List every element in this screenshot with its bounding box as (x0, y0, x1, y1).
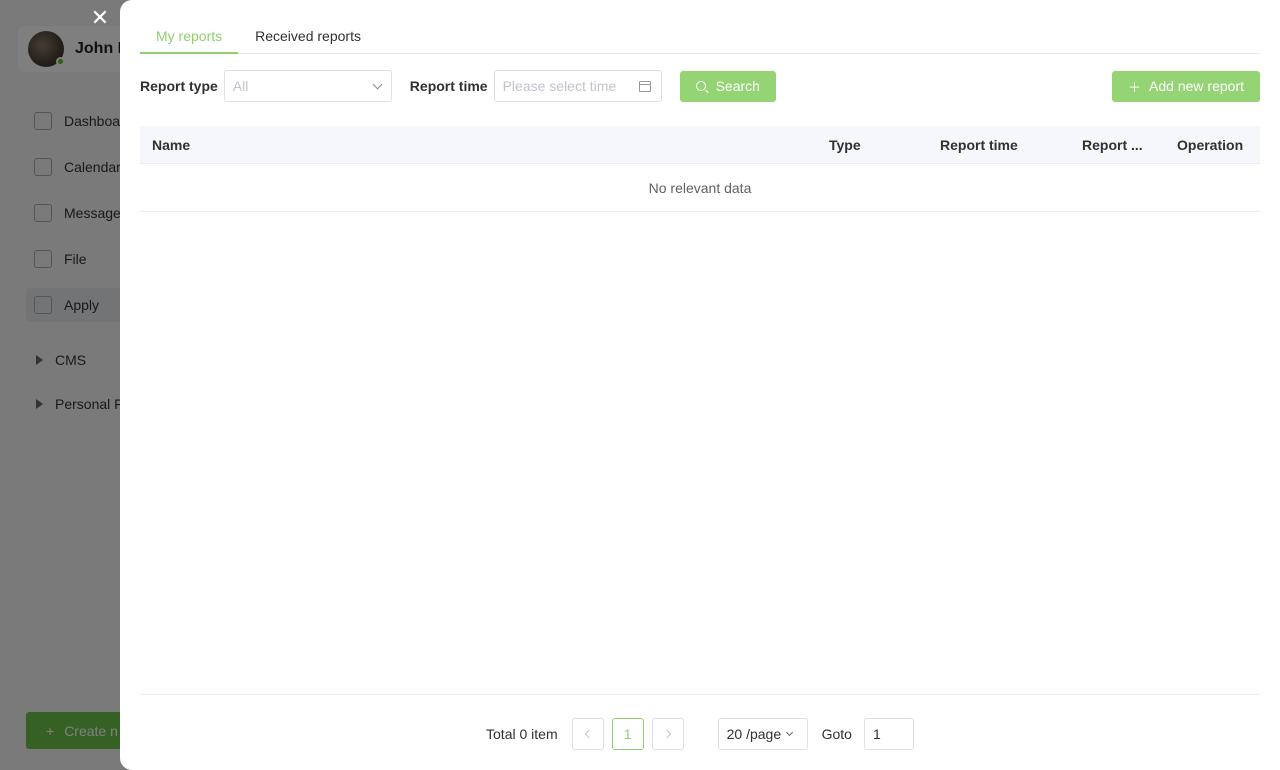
chevron-left-icon (584, 729, 593, 739)
tab-received-reports[interactable]: Received reports (239, 20, 377, 54)
report-type-select[interactable]: All (223, 70, 392, 102)
report-time-label: Report time (409, 78, 488, 94)
total-count: Total 0 item (486, 726, 558, 742)
search-button[interactable]: Search (679, 70, 776, 102)
calendar-icon (638, 80, 651, 92)
report-type-value: All (232, 78, 249, 94)
add-new-report-button[interactable]: ＋ Add new report (1112, 70, 1260, 102)
goto-label: Goto (821, 726, 852, 742)
page-size-select[interactable]: 20 /page (717, 718, 808, 750)
search-button-label: Search (715, 78, 760, 94)
column-header-name: Name (152, 136, 191, 153)
search-icon (695, 81, 706, 91)
report-time-input[interactable] (502, 78, 633, 94)
column-header-operation: Operation (1177, 136, 1244, 153)
column-header-report-time: Report time (940, 136, 1018, 153)
report-type-label: Report type (140, 78, 218, 94)
column-header-report: Report ... (1082, 136, 1143, 153)
report-tabs: My reports Received reports (140, 20, 1260, 54)
goto-input[interactable] (863, 718, 914, 750)
close-icon[interactable]: ✕ (88, 6, 112, 30)
plus-icon: ＋ (1128, 79, 1142, 95)
table-footer: Total 0 item 1 20 /page Goto (140, 694, 1260, 770)
chevron-down-icon (786, 728, 794, 737)
page-size-value: 20 /page (726, 726, 782, 742)
empty-state: No relevant data (140, 164, 1260, 212)
next-page-button[interactable] (651, 718, 684, 750)
add-new-report-label: Add new report (1149, 78, 1244, 94)
chevron-down-icon (372, 79, 383, 89)
tab-my-reports[interactable]: My reports (140, 20, 239, 54)
reports-table: Name Type Report time Report ... Operati… (140, 126, 1260, 212)
report-time-picker[interactable] (493, 70, 662, 102)
pagination: Total 0 item 1 20 /page Goto (140, 718, 1260, 750)
reports-drawer: My reports Received reports Report type … (120, 0, 1280, 770)
page-number-button[interactable]: 1 (611, 718, 644, 750)
table-header: Name Type Report time Report ... Operati… (140, 126, 1260, 164)
column-header-type: Type (829, 136, 861, 153)
chevron-right-icon (662, 729, 671, 739)
prev-page-button[interactable] (571, 718, 604, 750)
filter-bar: Report type All Report time Search ＋ Add… (140, 70, 1260, 102)
